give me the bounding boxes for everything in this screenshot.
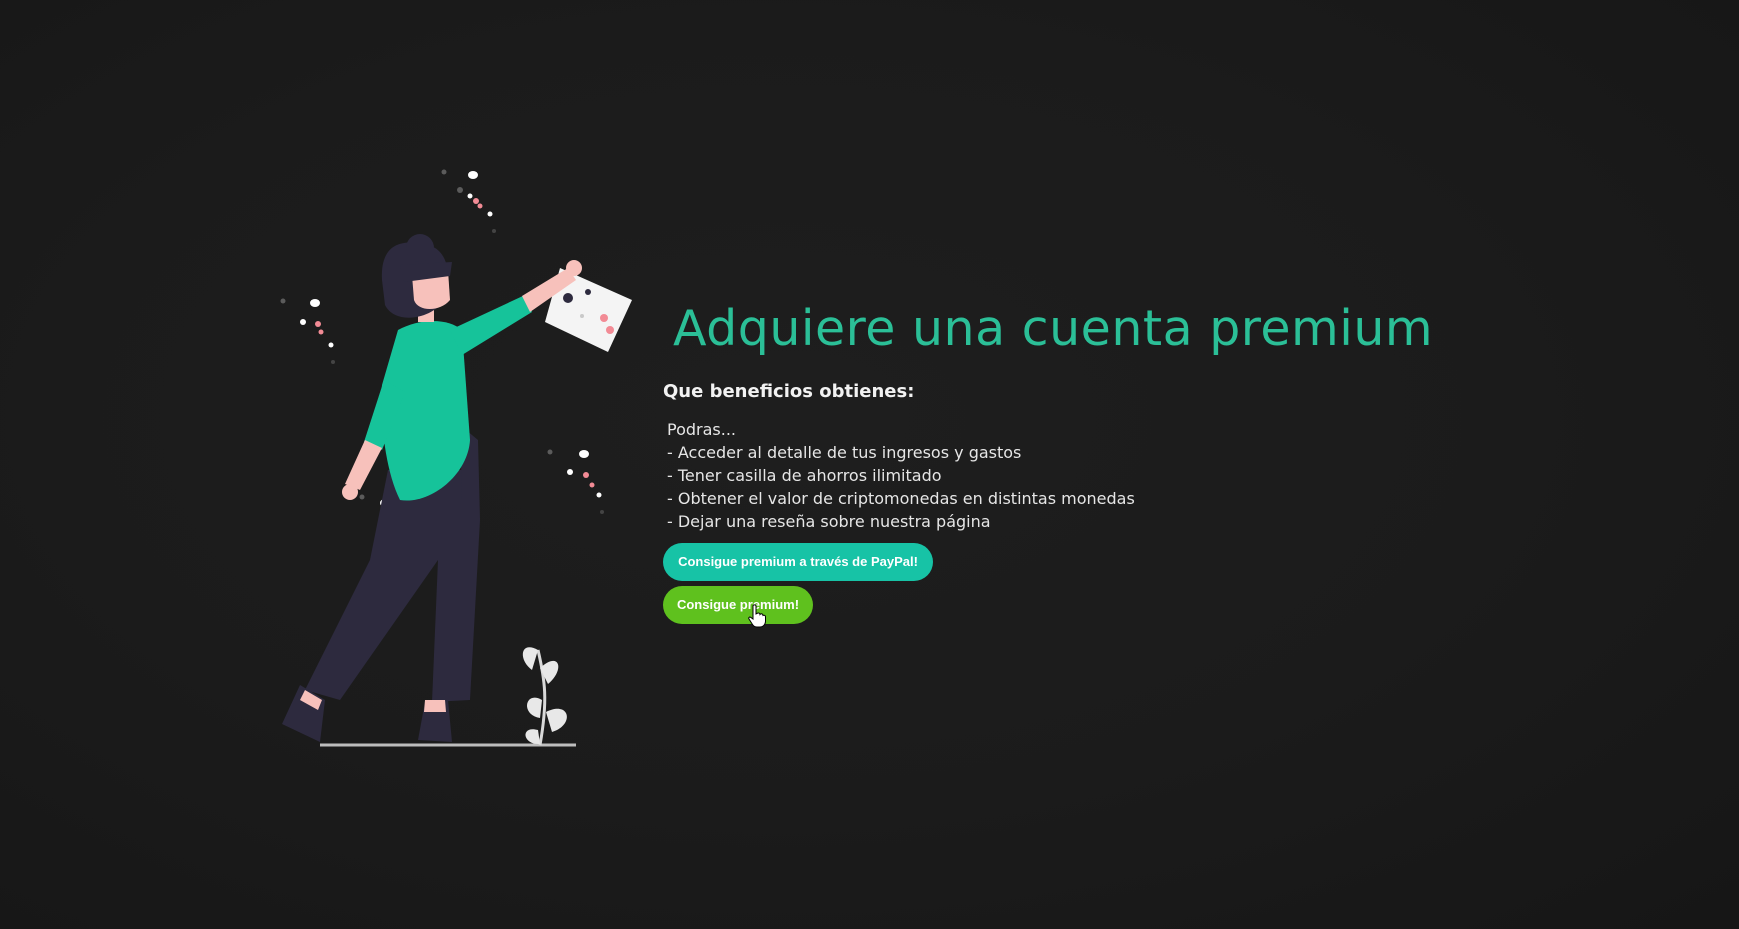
lower-arm — [345, 440, 382, 490]
benefits-intro: Podras... — [667, 419, 736, 439]
benefit-item: - Obtener el valor de criptomonedas en d… — [667, 488, 1135, 508]
premium-content: Adquiere una cuenta premium Que benefici… — [663, 300, 1563, 624]
confetti-right — [547, 449, 604, 514]
paypal-premium-button[interactable]: Consigue premium a través de PayPal! — [663, 542, 933, 581]
confetti-left — [280, 298, 335, 364]
benefit-item: - Dejar una reseña sobre nuestra página — [667, 511, 991, 531]
get-premium-button[interactable]: Consigue premium! — [663, 585, 813, 624]
button-group: Consigue premium a través de PayPal! Con… — [663, 542, 1563, 624]
confetti-top — [441, 169, 496, 233]
woman-holding-paper-illustration — [280, 169, 632, 747]
benefits-heading: Que beneficios obtienes: — [663, 380, 915, 402]
hand-pointer-cursor-icon — [748, 604, 766, 628]
raised-arm-sleeve — [450, 295, 532, 355]
benefit-item: - Acceder al detalle de tus ingresos y g… — [667, 442, 1022, 462]
premium-page: Adquiere una cuenta premium Que benefici… — [0, 0, 1739, 929]
benefits-list: Podras... - Acceder al detalle de tus in… — [667, 418, 1563, 533]
hair-bun — [406, 234, 434, 262]
page-title: Adquiere una cuenta premium — [673, 300, 1434, 357]
benefit-item: - Tener casilla de ahorros ilimitado — [667, 465, 942, 485]
plant-icon — [522, 647, 567, 746]
